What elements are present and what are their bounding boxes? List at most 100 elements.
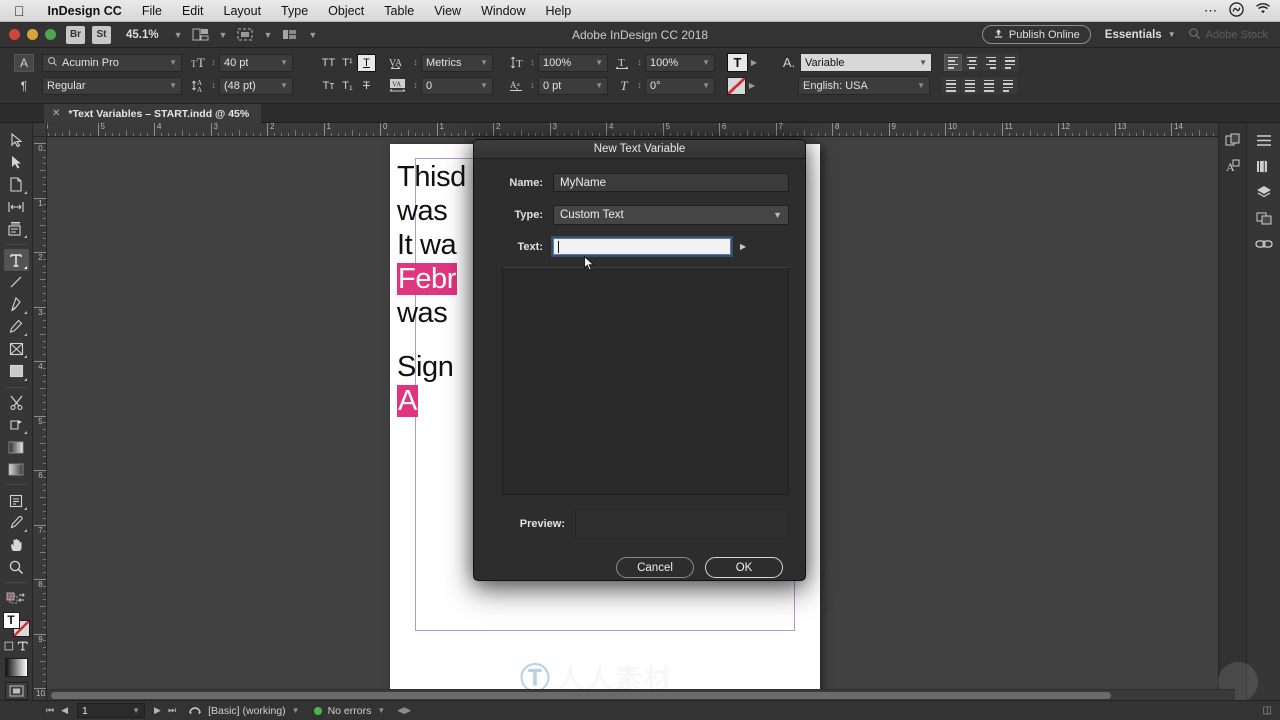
skew-stepper[interactable]: ↕ <box>634 81 645 90</box>
skew-chevron-down-icon[interactable]: ▼ <box>698 81 710 90</box>
align-toward-spine-icon[interactable] <box>980 77 998 94</box>
pages-panel-icon[interactable] <box>1219 127 1246 153</box>
gradient-swatch-tool[interactable] <box>4 436 29 458</box>
eyedropper-tool[interactable] <box>4 512 29 534</box>
align-away-spine-icon[interactable] <box>961 77 979 94</box>
gradient-swatch-preview[interactable] <box>4 658 28 677</box>
menu-app-name[interactable]: InDesign CC <box>38 4 132 18</box>
font-size-chevron-down-icon[interactable]: ▼ <box>276 58 288 67</box>
menu-panel-icon[interactable] <box>1250 127 1277 153</box>
preflight-profile-control[interactable]: [Basic] (working) ▼ <box>188 703 300 718</box>
vertical-scale-field[interactable]: 100% ▼ <box>538 53 608 72</box>
superscript-icon[interactable]: T¹ <box>338 54 357 72</box>
leading-stepper[interactable]: ↕ <box>208 81 219 90</box>
page-number-chevron-down-icon[interactable]: ▼ <box>132 706 140 715</box>
font-size-stepper[interactable]: ↕ <box>208 58 219 67</box>
content-collector-tool[interactable] <box>4 218 29 240</box>
menu-type[interactable]: Type <box>271 4 318 18</box>
hand-tool[interactable] <box>4 534 29 556</box>
align-left-icon[interactable] <box>944 54 962 71</box>
view-options-icon[interactable] <box>236 27 254 42</box>
fill-color-expand-icon[interactable]: ▶ <box>748 58 760 67</box>
ok-button[interactable]: OK <box>705 557 783 578</box>
arrange-documents-chevron-down-icon[interactable]: ▼ <box>299 30 326 40</box>
all-caps-icon[interactable]: TT <box>319 54 338 72</box>
type-select[interactable]: Custom Text ▼ <box>553 205 789 225</box>
menu-window[interactable]: Window <box>471 4 535 18</box>
adobe-stock-search[interactable]: Adobe Stock <box>1188 27 1268 43</box>
rectangle-frame-tool[interactable] <box>4 338 29 360</box>
paragraph-formatting-icon[interactable]: ¶ <box>14 77 34 95</box>
ellipsis-icon[interactable]: ⋯ <box>1204 3 1218 19</box>
horizontal-scale-stepper[interactable]: ↕ <box>634 58 645 67</box>
stroke-none-icon[interactable] <box>727 76 746 95</box>
publish-online-button[interactable]: Publish Online <box>981 25 1091 44</box>
align-justify-last-left-icon[interactable] <box>1001 54 1019 71</box>
underline-icon[interactable]: T <box>357 53 376 72</box>
arrange-documents-icon[interactable] <box>281 27 299 42</box>
text-input[interactable] <box>551 236 733 257</box>
language-field[interactable]: English: USA ▼ <box>798 76 930 95</box>
canvas-horizontal-scrollbar[interactable] <box>47 689 1235 700</box>
menu-view[interactable]: View <box>424 4 471 18</box>
free-transform-tool[interactable] <box>4 414 29 436</box>
resize-grip-icon[interactable]: ◫ <box>1263 705 1272 716</box>
vertical-scale-stepper[interactable]: ↕ <box>527 58 538 67</box>
horizontal-scale-chevron-down-icon[interactable]: ▼ <box>698 58 710 67</box>
menu-file[interactable]: File <box>132 4 172 18</box>
font-family-chevron-down-icon[interactable]: ▼ <box>165 58 177 67</box>
baseline-shift-stepper[interactable]: ↕ <box>527 81 538 90</box>
baseline-shift-chevron-down-icon[interactable]: ▼ <box>591 81 603 90</box>
leading-chevron-down-icon[interactable]: ▼ <box>276 81 288 90</box>
character-style-field[interactable]: Variable ▼ <box>800 53 932 72</box>
last-page-icon[interactable]: ⏭ <box>168 705 176 716</box>
zoom-level-chevron-down-icon[interactable]: ▼ <box>165 30 192 40</box>
horizontal-ruler[interactable]: 6543210123456789101112131415 <box>33 123 1280 137</box>
stroke-panel-icon[interactable] <box>1250 153 1277 179</box>
baseline-shift-field[interactable]: 0 pt ▼ <box>538 76 608 95</box>
first-page-icon[interactable]: ⏮ <box>46 705 54 716</box>
menu-table[interactable]: Table <box>374 4 424 18</box>
justify-all-icon[interactable] <box>942 77 960 94</box>
selection-tool[interactable] <box>4 129 29 151</box>
align-full-justify-icon[interactable] <box>999 77 1017 94</box>
language-chevron-down-icon[interactable]: ▼ <box>913 81 925 90</box>
bridge-button[interactable]: Br <box>66 25 85 44</box>
kerning-stepper[interactable]: ↕ <box>410 58 421 67</box>
ruler-corner[interactable] <box>33 123 47 137</box>
screen-mode-chevron-down-icon[interactable]: ▼ <box>210 30 237 40</box>
new-text-variable-dialog[interactable]: New Text Variable Name: MyName Type: Cus… <box>473 139 806 581</box>
creative-cloud-icon[interactable] <box>1229 1 1244 20</box>
tracking-field[interactable]: 0 ▼ <box>421 76 493 95</box>
line-tool[interactable] <box>4 271 29 293</box>
document-context-arrow-icon[interactable]: ◀▶ <box>397 705 411 716</box>
view-options-chevron-down-icon[interactable]: ▼ <box>254 30 281 40</box>
workspace-switcher[interactable]: Essentials ▼ <box>1105 29 1176 41</box>
menu-edit[interactable]: Edit <box>172 4 214 18</box>
minimize-window-button[interactable] <box>27 29 38 40</box>
links-panel-icon[interactable] <box>1250 231 1277 257</box>
type-tool[interactable] <box>3 249 29 272</box>
kerning-chevron-down-icon[interactable]: ▼ <box>476 58 488 67</box>
error-status-chevron-down-icon[interactable]: ▼ <box>377 706 385 715</box>
align-center-icon[interactable] <box>963 54 981 71</box>
scrollbar-thumb-horizontal[interactable] <box>51 692 1111 699</box>
direct-selection-tool[interactable] <box>4 151 29 173</box>
apply-color-to-frame-icon[interactable] <box>4 587 29 609</box>
pencil-tool[interactable] <box>4 316 29 338</box>
zoom-window-button[interactable] <box>45 29 56 40</box>
tracking-stepper[interactable]: ↕ <box>410 81 421 90</box>
error-status-control[interactable]: No errors ▼ ◀▶ <box>313 705 411 717</box>
fill-stroke-swatches[interactable]: T <box>2 611 30 637</box>
name-input[interactable]: MyName <box>553 173 789 192</box>
screen-mode-toolbox-icon[interactable] <box>4 681 28 700</box>
font-style-chevron-down-icon[interactable]: ▼ <box>165 81 177 90</box>
effects-panel-icon[interactable] <box>1250 205 1277 231</box>
menu-help[interactable]: Help <box>536 4 582 18</box>
wifi-icon[interactable] <box>1255 3 1271 18</box>
font-style-field[interactable]: Regular ▼ <box>42 76 182 95</box>
vertical-scale-chevron-down-icon[interactable]: ▼ <box>591 58 603 67</box>
stock-button[interactable]: St <box>92 25 111 44</box>
fill-text-color-icon[interactable]: T <box>727 53 748 72</box>
layers-panel-icon[interactable] <box>1250 179 1277 205</box>
